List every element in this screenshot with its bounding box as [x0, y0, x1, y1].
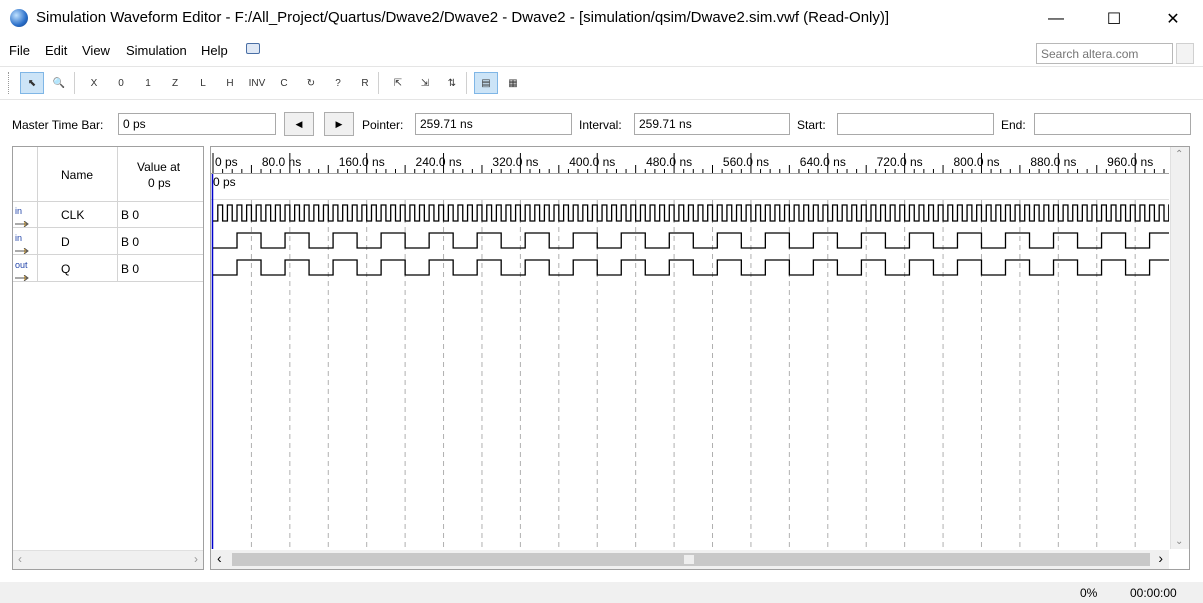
output-pin-icon: out — [15, 260, 28, 270]
time-axis-label: 640.0 ns — [800, 155, 846, 169]
time-axis-label: 880.0 ns — [1030, 155, 1076, 169]
input-pin-icon: in — [15, 233, 23, 243]
master-time-bar-label: Master Time Bar: — [12, 118, 104, 132]
zoom-tool-icon[interactable]: 🔍 — [47, 72, 71, 94]
signal-name[interactable]: Q — [61, 262, 70, 276]
input-arrow-icon — [15, 216, 33, 228]
weak-low-icon[interactable]: L — [191, 72, 215, 94]
insert-time-bar-icon[interactable]: ▤ — [474, 72, 498, 94]
output-arrow-icon — [15, 270, 33, 282]
value-column-header-time: 0 ps — [148, 176, 171, 190]
scroll-grip-icon — [684, 555, 694, 564]
maximize-icon[interactable]: ☐ — [1085, 0, 1143, 38]
invert-icon[interactable]: INV — [245, 72, 269, 94]
forcing-low-icon[interactable]: 0 — [109, 72, 133, 94]
menu-edit[interactable]: Edit — [45, 43, 67, 58]
time-axis-label: 240.0 ns — [416, 155, 462, 169]
signal-name[interactable]: CLK — [61, 208, 84, 222]
signal-list-scrollbar[interactable]: ‹ › — [13, 550, 203, 569]
master-time-bar-label: 0 ps — [213, 175, 236, 189]
snap-to-grid-icon[interactable]: ⇱ — [386, 72, 410, 94]
toolbar-separator — [74, 72, 75, 94]
scroll-left-icon[interactable]: ‹ — [18, 552, 22, 566]
time-axis-label: 400.0 ns — [569, 155, 615, 169]
menu-view[interactable]: View — [82, 43, 110, 58]
next-transition-button[interactable]: ▶ — [324, 112, 354, 136]
signal-value: B 0 — [121, 208, 140, 222]
waveform-canvas[interactable]: 0 ps 80.0 ns 160.0 ns 240.0 ns 320.0 ns 400.0… — [211, 147, 1169, 549]
pointer-field: 259.71 ns — [415, 113, 572, 135]
value-column-header[interactable]: Value at — [137, 160, 180, 174]
toolbar-separator — [378, 72, 379, 94]
interval-label: Interval: — [579, 118, 622, 132]
time-axis-label: 560.0 ns — [723, 155, 769, 169]
sort-icon[interactable]: ⇅ — [440, 72, 464, 94]
toolbar-separator — [466, 72, 467, 94]
start-label: Start: — [797, 118, 826, 132]
menu-file[interactable]: File — [9, 43, 30, 58]
signal-name[interactable]: D — [61, 235, 70, 249]
random-values-icon[interactable]: ? — [326, 72, 350, 94]
app-icon — [10, 9, 28, 27]
scroll-right-icon[interactable]: › — [194, 552, 198, 566]
signal-list-panel — [12, 146, 204, 570]
arbitrary-value-icon[interactable]: R — [353, 72, 377, 94]
scroll-down-icon[interactable]: ⌄ — [1175, 536, 1183, 547]
previous-transition-button[interactable]: ◀ — [284, 112, 314, 136]
signal-grid — [13, 147, 203, 282]
waveform-panel[interactable]: 0 ps 80.0 ns 160.0 ns 240.0 ns 320.0 ns 400.0… — [210, 146, 1190, 570]
time-axis-label: 0 ps — [215, 155, 238, 169]
scroll-thumb[interactable] — [232, 553, 1150, 566]
q-waveform — [213, 259, 1169, 276]
input-pin-icon: in — [15, 206, 23, 216]
search-go-button[interactable] — [1176, 43, 1194, 64]
weak-high-icon[interactable]: H — [218, 72, 242, 94]
waveform-hscrollbar[interactable]: ‹ › — [211, 550, 1169, 569]
input-arrow-icon — [15, 243, 33, 255]
group-icon[interactable]: ⇲ — [413, 72, 437, 94]
search-input[interactable] — [1036, 43, 1173, 64]
end-field — [1034, 113, 1191, 135]
time-axis-label: 720.0 ns — [877, 155, 923, 169]
grid-settings-icon[interactable]: ▦ — [501, 72, 525, 94]
end-label: End: — [1001, 118, 1026, 132]
scroll-up-icon[interactable]: ⌃ — [1175, 149, 1183, 160]
d-waveform — [213, 232, 1169, 249]
time-axis-label: 480.0 ns — [646, 155, 692, 169]
name-column-header[interactable]: Name — [61, 168, 93, 182]
high-impedance-icon[interactable]: Z — [163, 72, 187, 94]
signal-value: B 0 — [121, 235, 140, 249]
scroll-right-icon[interactable]: › — [1158, 550, 1163, 566]
forcing-high-icon[interactable]: 1 — [136, 72, 160, 94]
time-axis-label: 960.0 ns — [1107, 155, 1153, 169]
clk-waveform — [213, 204, 1169, 222]
overwrite-clock-icon[interactable]: ↻ — [299, 72, 323, 94]
signal-value: B 0 — [121, 262, 140, 276]
master-time-bar-field[interactable]: 0 ps — [118, 113, 276, 135]
time-axis-label: 80.0 ns — [262, 155, 301, 169]
toolbar-grip[interactable] — [8, 72, 11, 94]
time-axis-label: 160.0 ns — [339, 155, 385, 169]
time-axis-label: 320.0 ns — [492, 155, 538, 169]
status-bar — [0, 582, 1203, 603]
title-bar: Simulation Waveform Editor - F:/All_Proj… — [0, 0, 1203, 38]
forcing-unknown-icon[interactable]: X — [82, 72, 106, 94]
progress-percent: 0% — [1080, 586, 1098, 600]
start-field — [837, 113, 994, 135]
elapsed-time: 00:00:00 — [1130, 586, 1177, 600]
waveform-vscrollbar[interactable]: ⌃ ⌄ — [1170, 147, 1189, 549]
minimize-icon[interactable]: — — [1027, 0, 1085, 38]
pointer-label: Pointer: — [362, 118, 404, 132]
time-axis-label: 800.0 ns — [953, 155, 999, 169]
interval-field: 259.71 ns — [634, 113, 790, 135]
window-title: Simulation Waveform Editor - F:/All_Proj… — [36, 9, 890, 26]
feedback-icon[interactable] — [246, 43, 260, 54]
menu-help[interactable]: Help — [201, 43, 228, 58]
count-value-icon[interactable]: C — [272, 72, 296, 94]
close-icon[interactable]: ✕ — [1144, 0, 1202, 38]
scroll-left-icon[interactable]: ‹ — [217, 550, 222, 566]
selection-tool-icon[interactable]: ⬉ — [20, 72, 44, 94]
menu-simulation[interactable]: Simulation — [126, 43, 187, 58]
